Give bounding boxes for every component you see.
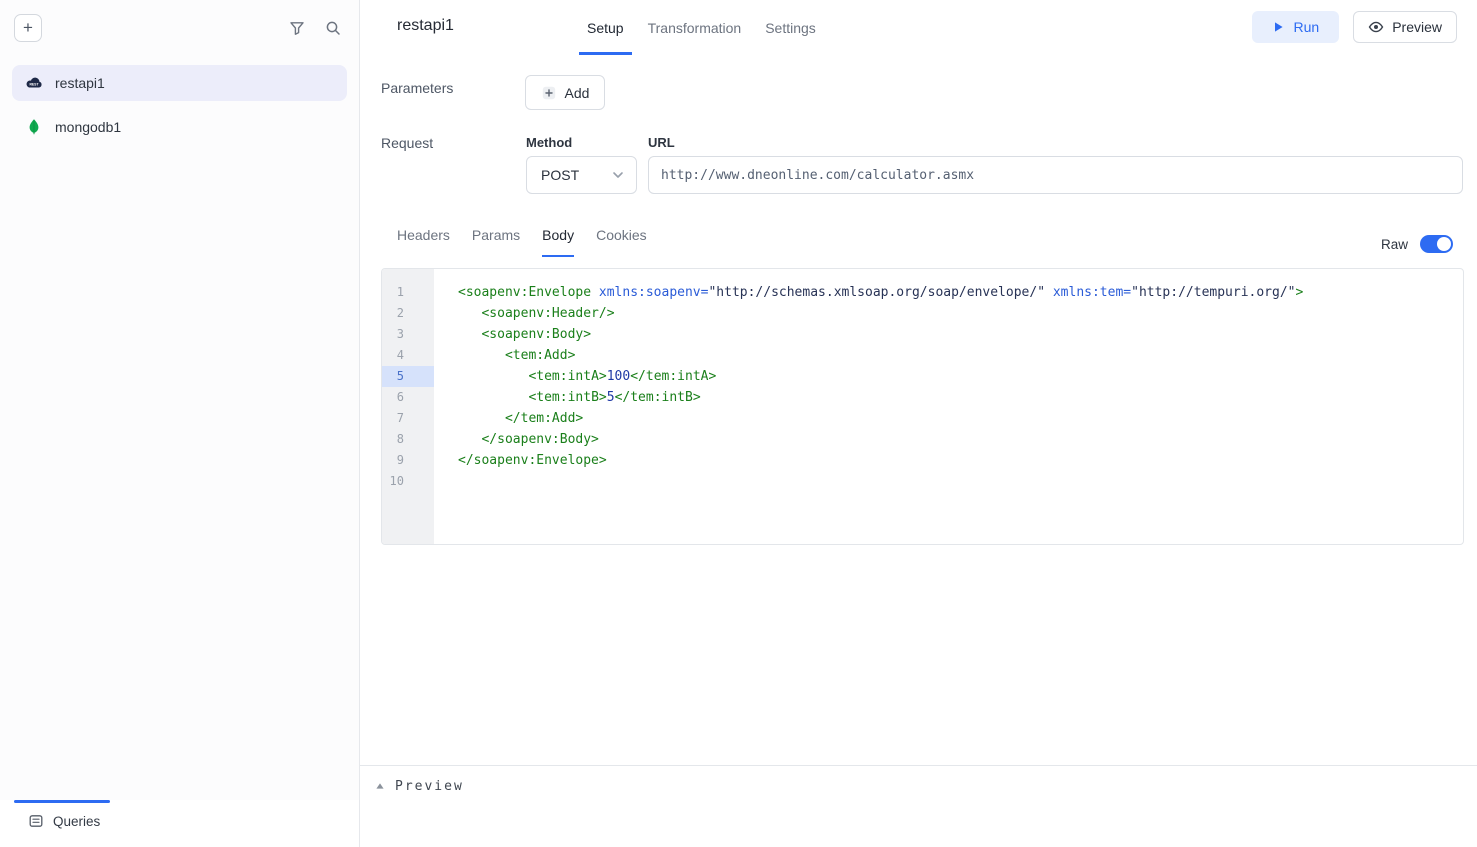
raw-label: Raw xyxy=(1381,237,1408,252)
sidebar-toolbar: + xyxy=(0,0,359,55)
play-icon xyxy=(1272,20,1285,34)
tab-setup[interactable]: Setup xyxy=(579,0,632,55)
collapse-up-icon xyxy=(375,781,385,791)
eye-icon xyxy=(1368,19,1384,35)
raw-toggle-group: Raw xyxy=(1381,233,1453,255)
add-parameter-label: Add xyxy=(565,85,590,101)
code-line[interactable]: <tem:intB>5</tem:intB> xyxy=(434,387,701,408)
svg-text:REST: REST xyxy=(29,83,39,87)
queries-tab-label: Queries xyxy=(53,814,100,829)
toggle-knob xyxy=(1437,237,1451,251)
filter-icon[interactable] xyxy=(289,20,305,36)
sidebar-item-restapi1[interactable]: REST restapi1 xyxy=(12,65,347,101)
app: + RESTrestapi1mongodb1 Queries restap xyxy=(0,0,1477,847)
method-select[interactable]: POST xyxy=(526,156,637,194)
tab-settings[interactable]: Settings xyxy=(757,0,824,55)
response-preview-label: Preview xyxy=(395,779,464,794)
line-number: 1 xyxy=(382,282,434,303)
mongodb-icon xyxy=(24,117,44,137)
run-button-label: Run xyxy=(1294,19,1320,35)
editor-row: 5 <tem:intA>100</tem:intA> xyxy=(382,366,1463,387)
code-line[interactable]: </soapenv:Envelope> xyxy=(434,450,607,471)
line-number: 5 xyxy=(382,366,434,387)
sidebar-item-mongodb1[interactable]: mongodb1 xyxy=(12,109,347,145)
editor-lines: 1<soapenv:Envelope xmlns:soapenv="http:/… xyxy=(382,269,1463,492)
code-line[interactable]: <tem:Add> xyxy=(434,345,575,366)
line-number: 4 xyxy=(382,345,434,366)
queries-icon xyxy=(28,813,44,829)
run-button[interactable]: Run xyxy=(1252,11,1340,43)
body-tab-params[interactable]: Params xyxy=(472,226,520,257)
preview-button-label: Preview xyxy=(1392,19,1442,35)
add-parameter-button[interactable]: Add xyxy=(525,75,605,110)
line-number: 7 xyxy=(382,408,434,429)
body-tab-cookies[interactable]: Cookies xyxy=(596,226,647,257)
editor-row: 9</soapenv:Envelope> xyxy=(382,450,1463,471)
code-line[interactable]: <soapenv:Header/> xyxy=(434,303,615,324)
main-panel: restapi1 SetupTransformationSettings Run… xyxy=(360,0,1477,847)
body-editor[interactable]: 1<soapenv:Envelope xmlns:soapenv="http:/… xyxy=(381,268,1464,545)
code-line[interactable] xyxy=(434,471,458,492)
method-select-value: POST xyxy=(541,167,579,183)
line-number: 2 xyxy=(382,303,434,324)
active-tab-indicator xyxy=(14,800,110,803)
method-label: Method xyxy=(526,135,572,150)
code-line[interactable]: <soapenv:Body> xyxy=(434,324,591,345)
tab-queries[interactable]: Queries xyxy=(28,813,100,829)
editor-row: 10 xyxy=(382,471,1463,492)
url-input[interactable]: http://www.dneonline.com/calculator.asmx xyxy=(648,156,1463,194)
sidebar-item-label: restapi1 xyxy=(55,75,105,91)
editor-row: 8 </soapenv:Body> xyxy=(382,429,1463,450)
line-number: 9 xyxy=(382,450,434,471)
search-icon[interactable] xyxy=(325,20,341,36)
editor-row: 3 <soapenv:Body> xyxy=(382,324,1463,345)
header-actions: Run Preview xyxy=(1252,11,1457,43)
bottom-tab-bar: Queries xyxy=(0,800,359,847)
url-label: URL xyxy=(648,135,675,150)
raw-toggle[interactable] xyxy=(1420,235,1453,253)
rest-api-icon: REST xyxy=(24,73,44,93)
editor-row: 4 <tem:Add> xyxy=(382,345,1463,366)
editor-row: 1<soapenv:Envelope xmlns:soapenv="http:/… xyxy=(382,282,1463,303)
request-label: Request xyxy=(381,135,433,151)
code-line[interactable]: </soapenv:Body> xyxy=(434,429,599,450)
plus-square-icon xyxy=(541,85,557,101)
body-tab-headers[interactable]: Headers xyxy=(397,226,450,257)
header-tabs: SetupTransformationSettings xyxy=(579,0,824,55)
code-line[interactable]: <soapenv:Envelope xmlns:soapenv="http://… xyxy=(434,282,1303,303)
code-line[interactable]: <tem:intA>100</tem:intA> xyxy=(434,366,716,387)
editor-row: 6 <tem:intB>5</tem:intB> xyxy=(382,387,1463,408)
sidebar-item-label: mongodb1 xyxy=(55,119,121,135)
editor-row: 2 <soapenv:Header/> xyxy=(382,303,1463,324)
parameters-label: Parameters xyxy=(381,80,453,96)
line-number: 6 xyxy=(382,387,434,408)
body-tab-body[interactable]: Body xyxy=(542,226,574,257)
response-preview-bar[interactable]: Preview xyxy=(360,765,1477,806)
line-number: 8 xyxy=(382,429,434,450)
preview-button[interactable]: Preview xyxy=(1353,11,1457,43)
request-body-tabs: Headers Params Body Cookies xyxy=(397,226,647,257)
code-line[interactable]: </tem:Add> xyxy=(434,408,583,429)
add-entity-button[interactable]: + xyxy=(14,14,42,42)
line-number: 3 xyxy=(382,324,434,345)
page-title: restapi1 xyxy=(397,17,454,35)
editor-row: 7 </tem:Add> xyxy=(382,408,1463,429)
tab-transformation[interactable]: Transformation xyxy=(640,0,750,55)
line-number: 10 xyxy=(382,471,434,492)
sidebar: + REST restapi1 mongodb1 Queries xyxy=(0,0,360,847)
sidebar-item-list: REST restapi1 mongodb1 xyxy=(0,55,359,155)
chevron-down-icon xyxy=(612,169,624,181)
